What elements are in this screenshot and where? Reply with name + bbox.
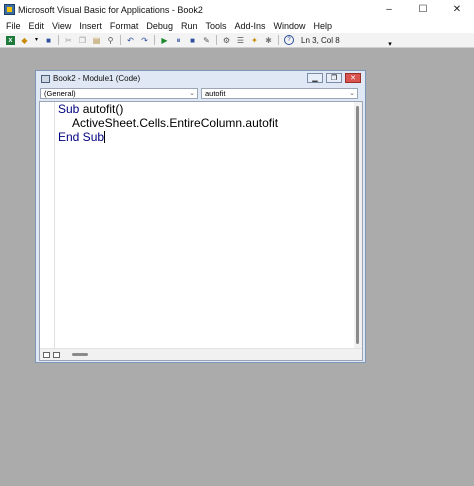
code-editor[interactable]: Sub autofit() ActiveSheet.Cells.EntireCo…: [39, 101, 363, 361]
toolbox-icon[interactable]: ✱: [264, 36, 273, 45]
menu-edit[interactable]: Edit: [29, 21, 45, 31]
code-window-controls: ▁ ❐ ✕: [304, 73, 361, 83]
chevron-down-icon: ⌄: [349, 90, 355, 97]
design-mode-icon[interactable]: ✎: [202, 36, 211, 45]
standard-toolbar: x ◆ ▾ ■ ✂ ❐ ▤ ⚲ ↶ ↷ ▶ ⏸ ■ ✎ ⚙ ☰ ✦ ✱ ? Ln…: [0, 33, 474, 48]
title-bar: Microsoft Visual Basic for Applications …: [0, 0, 474, 19]
window-title: Microsoft Visual Basic for Applications …: [18, 4, 203, 15]
close-button[interactable]: ✕: [440, 0, 474, 19]
margin-indicator-bar[interactable]: [40, 102, 55, 350]
toolbar-separator: [278, 35, 279, 45]
horizontal-scrollbar[interactable]: [40, 348, 362, 360]
maximize-button[interactable]: ☐: [406, 0, 440, 19]
vertical-scroll-thumb[interactable]: [356, 106, 359, 344]
vba-app-icon: [4, 4, 15, 15]
menu-add-ins[interactable]: Add-Ins: [234, 21, 265, 31]
statement-text: ActiveSheet.Cells.EntireColumn.autofit: [72, 116, 279, 130]
toolbar-separator: [120, 35, 121, 45]
menu-view[interactable]: View: [52, 21, 71, 31]
dropdown-arrow-icon[interactable]: ▾: [34, 36, 39, 45]
procedure-combo[interactable]: autofit ⌄: [201, 88, 358, 99]
properties-window-icon[interactable]: ☰: [236, 36, 245, 45]
toolbar-separator: [154, 35, 155, 45]
break-icon[interactable]: ⏸: [174, 36, 183, 45]
code-restore-button[interactable]: ❐: [326, 73, 342, 83]
code-window-title: Book2 - Module1 (Code): [53, 74, 141, 83]
redo-icon[interactable]: ↷: [140, 36, 149, 45]
vertical-scrollbar[interactable]: [354, 102, 362, 350]
horizontal-scroll-thumb[interactable]: [72, 353, 88, 356]
code-window-titlebar[interactable]: Book2 - Module1 (Code) ▁ ❐ ✕: [36, 71, 365, 86]
menu-insert[interactable]: Insert: [79, 21, 102, 31]
object-browser-icon[interactable]: ✦: [250, 36, 259, 45]
menu-run[interactable]: Run: [181, 21, 198, 31]
keyword-sub: Sub: [58, 102, 80, 116]
menu-bar: File Edit View Insert Format Debug Run T…: [0, 19, 474, 33]
undo-icon[interactable]: ↶: [126, 36, 135, 45]
code-close-button[interactable]: ✕: [345, 73, 361, 83]
help-icon[interactable]: ?: [284, 35, 294, 45]
procedure-combo-value: autofit: [205, 89, 226, 98]
copy-icon[interactable]: ❐: [78, 36, 87, 45]
procedure-signature: autofit(): [79, 102, 124, 116]
toolbar-separator: [58, 35, 59, 45]
full-module-view-icon[interactable]: [53, 352, 60, 358]
code-line-1[interactable]: Sub autofit(): [58, 102, 348, 116]
paste-icon[interactable]: ▤: [92, 36, 101, 45]
minimize-button[interactable]: –: [372, 0, 406, 19]
menu-file[interactable]: File: [6, 21, 21, 31]
menu-help[interactable]: Help: [314, 21, 333, 31]
menu-tools[interactable]: Tools: [205, 21, 226, 31]
toolbar-separator: [216, 35, 217, 45]
project-explorer-icon[interactable]: ⚙: [222, 36, 231, 45]
view-excel-icon[interactable]: x: [6, 35, 15, 45]
insert-module-icon[interactable]: ◆: [20, 36, 29, 45]
reset-icon[interactable]: ■: [188, 36, 197, 45]
object-combo[interactable]: (General) ⌄: [40, 88, 198, 99]
toolbar-options-icon[interactable]: ▾: [386, 33, 394, 48]
text-caret: [104, 131, 106, 143]
menu-window[interactable]: Window: [274, 21, 306, 31]
run-icon[interactable]: ▶: [160, 36, 169, 45]
menu-format[interactable]: Format: [110, 21, 139, 31]
procedure-view-icon[interactable]: [43, 352, 50, 358]
code-line-2[interactable]: ActiveSheet.Cells.EntireColumn.autofit: [58, 116, 348, 130]
chevron-down-icon: ⌄: [189, 90, 195, 97]
menu-debug[interactable]: Debug: [146, 21, 173, 31]
code-minimize-button[interactable]: ▁: [307, 73, 323, 83]
cut-icon[interactable]: ✂: [64, 36, 73, 45]
code-line-3[interactable]: End Sub: [58, 130, 348, 144]
cursor-position: Ln 3, Col 8: [301, 35, 340, 45]
code-text[interactable]: Sub autofit() ActiveSheet.Cells.EntireCo…: [58, 102, 348, 144]
window-controls: – ☐ ✕: [372, 0, 474, 19]
keyword-end-sub: End Sub: [58, 130, 105, 144]
object-combo-value: (General): [44, 89, 76, 98]
code-window: Book2 - Module1 (Code) ▁ ❐ ✕ (General) ⌄…: [35, 70, 366, 363]
save-icon[interactable]: ■: [44, 36, 53, 45]
module-icon: [41, 74, 50, 83]
find-icon[interactable]: ⚲: [106, 36, 115, 45]
